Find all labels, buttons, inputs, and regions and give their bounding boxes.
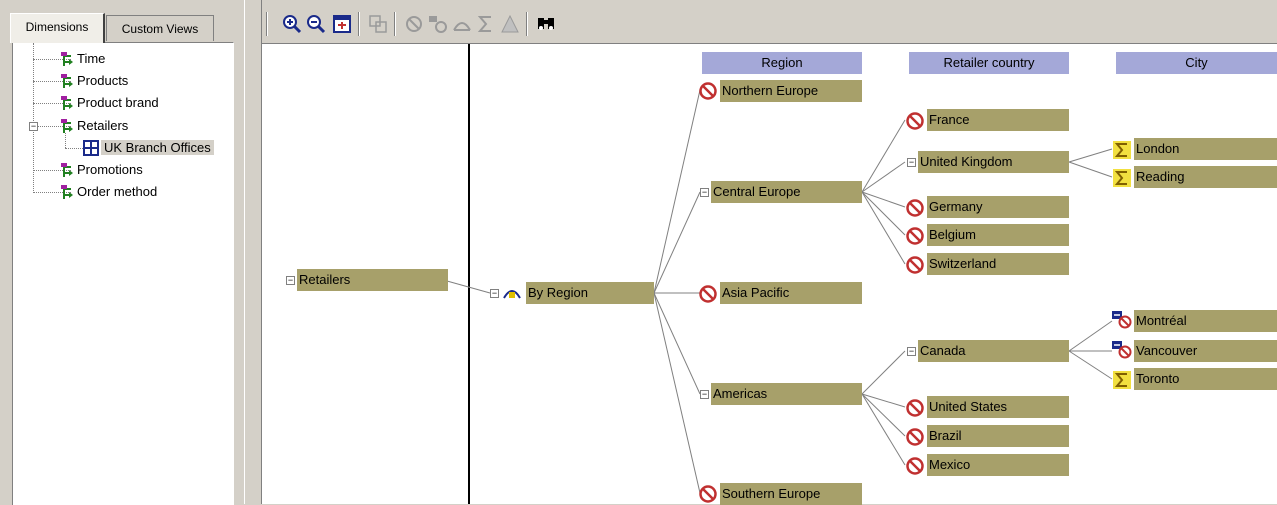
node-label: United Kingdom — [920, 154, 1013, 169]
exclude-icon[interactable] — [699, 285, 717, 303]
node-mexico[interactable]: Mexico — [927, 454, 1069, 476]
node-label: London — [1136, 141, 1180, 156]
column-header-label: Region — [761, 55, 803, 70]
collapse-icon[interactable]: − — [286, 276, 295, 285]
node-by-region[interactable]: By Region — [526, 282, 654, 304]
exclude-icon[interactable] — [906, 227, 924, 245]
tab-dimensions-label: Dimensions — [25, 20, 89, 34]
node-belgium[interactable]: Belgium — [927, 224, 1069, 246]
node-vancouver[interactable]: Vancouver — [1134, 340, 1277, 362]
tree-connectors — [446, 89, 1113, 494]
exclude-icon[interactable] — [906, 199, 924, 217]
column-header-label: City — [1185, 55, 1208, 70]
node-label: Americas — [713, 386, 768, 401]
node-label: Montréal — [1136, 313, 1187, 328]
node-asia-pacific[interactable]: Asia Pacific — [720, 282, 862, 304]
node-southern-europe[interactable]: Southern Europe — [720, 483, 862, 505]
tab-dimensions[interactable]: Dimensions — [10, 13, 105, 43]
node-label: Reading — [1136, 169, 1185, 184]
node-label: Central Europe — [713, 184, 801, 199]
node-label: Retailers — [299, 272, 351, 287]
node-label: Vancouver — [1136, 343, 1198, 358]
column-header-region: Region — [702, 52, 862, 74]
collapse-icon[interactable]: − — [700, 188, 709, 197]
collapse-icon[interactable]: − — [907, 158, 916, 167]
collapse-icon[interactable]: − — [490, 289, 499, 298]
column-header-label: Retailer country — [943, 55, 1035, 70]
node-label: By Region — [528, 285, 588, 300]
node-label: Germany — [929, 199, 983, 214]
hierarchy-view-icon — [503, 290, 521, 299]
column-header-retailer-country: Retailer country — [909, 52, 1069, 74]
node-label: Switzerland — [929, 256, 997, 271]
node-germany[interactable]: Germany — [927, 196, 1069, 218]
exclude-icon[interactable] — [906, 428, 924, 446]
exclude-icon[interactable] — [906, 399, 924, 417]
node-label: France — [929, 112, 970, 127]
exclude-icon[interactable] — [906, 457, 924, 475]
node-americas[interactable]: Americas — [711, 383, 862, 405]
node-retailers[interactable]: Retailers — [297, 269, 448, 291]
node-france[interactable]: France — [927, 109, 1069, 131]
node-united-states[interactable]: United States — [927, 396, 1069, 418]
substitute-exclude-icon[interactable] — [1112, 311, 1132, 329]
node-brazil[interactable]: Brazil — [927, 425, 1069, 447]
sum-icon[interactable] — [1113, 371, 1131, 389]
node-united-kingdom[interactable]: United Kingdom — [918, 151, 1069, 173]
node-central-europe[interactable]: Central Europe — [711, 181, 862, 203]
node-switzerland[interactable]: Switzerland — [927, 253, 1069, 275]
node-london[interactable]: London — [1134, 138, 1277, 160]
collapse-icon[interactable]: − — [700, 390, 709, 399]
node-label: Asia Pacific — [722, 285, 790, 300]
exclude-icon[interactable] — [906, 256, 924, 274]
node-canada[interactable]: Canada — [918, 340, 1069, 362]
node-label: Southern Europe — [722, 486, 821, 501]
node-label: Mexico — [929, 457, 971, 472]
exclude-icon[interactable] — [906, 112, 924, 130]
substitute-exclude-icon[interactable] — [1112, 341, 1132, 359]
node-label: Canada — [920, 343, 966, 358]
sum-icon[interactable] — [1113, 169, 1131, 187]
node-montreal[interactable]: Montréal — [1134, 310, 1277, 332]
collapse-icon[interactable]: − — [907, 347, 916, 356]
column-header-city: City — [1116, 52, 1277, 74]
node-label: United States — [929, 399, 1008, 414]
node-northern-europe[interactable]: Northern Europe — [720, 80, 862, 102]
node-label: Belgium — [929, 227, 976, 242]
node-label: Toronto — [1136, 371, 1180, 386]
node-label: Northern Europe — [722, 83, 819, 98]
exclude-icon[interactable] — [699, 485, 717, 503]
node-reading[interactable]: Reading — [1134, 166, 1277, 188]
node-toronto[interactable]: Toronto — [1134, 368, 1277, 390]
exclude-icon[interactable] — [699, 82, 717, 100]
node-label: Brazil — [929, 428, 962, 443]
sum-icon[interactable] — [1113, 141, 1131, 159]
